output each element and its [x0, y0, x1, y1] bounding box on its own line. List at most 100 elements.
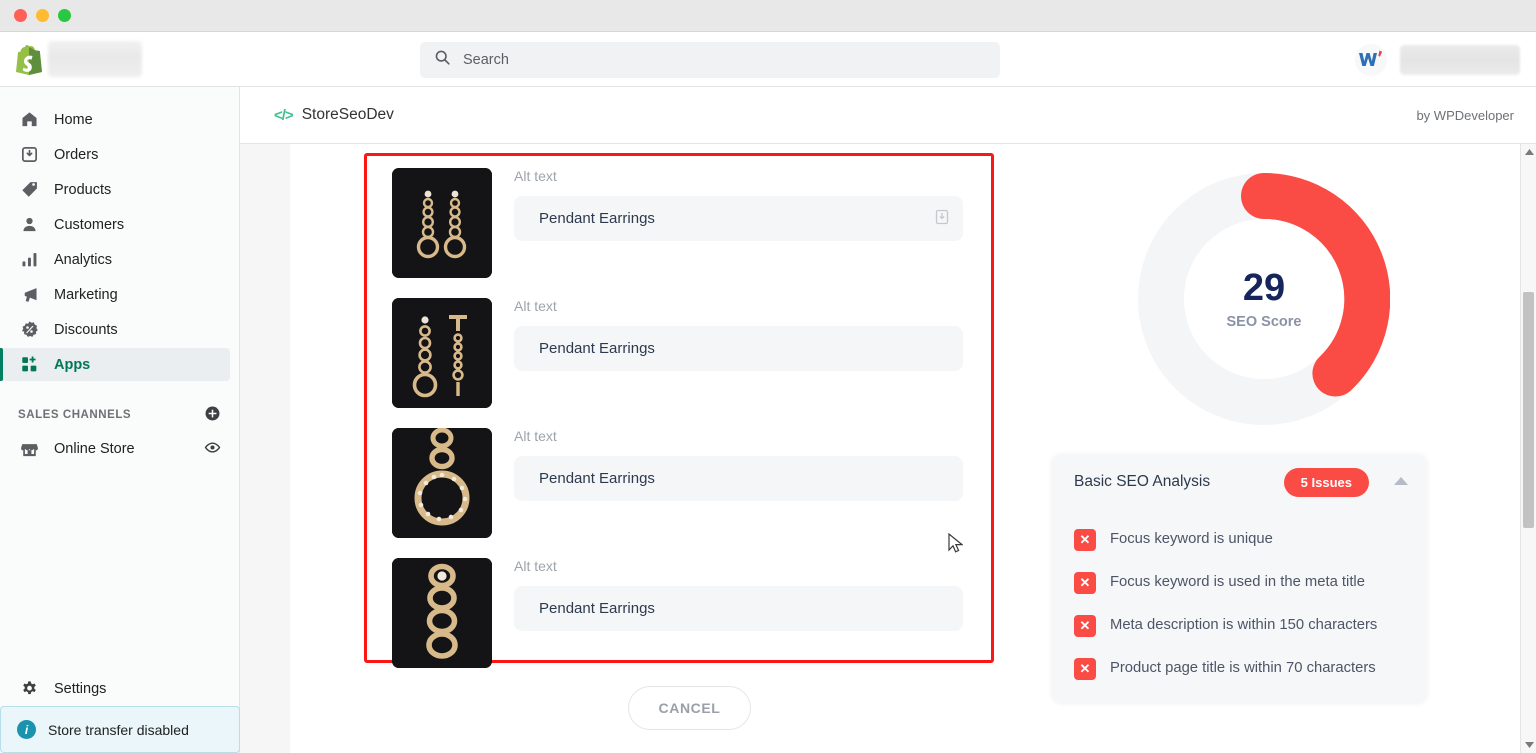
basic-seo-analysis-header[interactable]: Basic SEO Analysis 5 Issues [1052, 454, 1427, 510]
sidebar-item-label: Customers [54, 216, 125, 233]
x-icon: ✕ [1074, 529, 1096, 551]
x-icon: ✕ [1074, 658, 1096, 680]
seo-score-value: 29 [1242, 266, 1286, 309]
scrollbar-thumb[interactable] [1523, 292, 1534, 528]
close-window-button[interactable] [14, 9, 27, 22]
caret-up-icon[interactable] [1393, 473, 1409, 491]
eye-icon[interactable] [204, 439, 221, 460]
settings-label: Settings [54, 681, 107, 697]
sidebar-item-marketing[interactable]: Marketing [0, 278, 230, 311]
apps-grid-plus-icon [18, 355, 40, 374]
sidebar-item-discounts[interactable]: Discounts [0, 313, 230, 346]
plus-circle-icon[interactable] [204, 405, 221, 425]
maximize-window-button[interactable] [58, 9, 71, 22]
alt-text-row: Alt text Pendant Earrings [367, 558, 991, 688]
seo-score-caption: SEO Score [1226, 313, 1302, 330]
bar-chart-icon [18, 250, 40, 269]
pendant-earrings-circle-thumbnail[interactable] [392, 428, 492, 538]
sidebar-item-apps[interactable]: Apps [0, 348, 230, 381]
alt-text-value: Pendant Earrings [539, 210, 655, 227]
seo-issue-text: Focus keyword is unique [1110, 531, 1273, 547]
sidebar-item-settings[interactable]: Settings [0, 672, 239, 706]
seo-issue-item: ✕ Meta description is within 150 charact… [1074, 604, 1409, 647]
seo-issue-text: Meta description is within 150 character… [1110, 617, 1378, 633]
tag-icon [18, 180, 40, 199]
sidebar-item-online-store[interactable]: Online Store [0, 433, 239, 465]
alt-text-input[interactable]: Pendant Earrings [514, 456, 963, 501]
alt-text-field-group: Alt text Pendant Earrings [514, 168, 991, 241]
sidebar-item-label: Online Store [54, 441, 135, 457]
sales-channels-label: SALES CHANNELS [18, 409, 132, 421]
seo-issue-text: Product page title is within 70 characte… [1110, 660, 1376, 676]
cancel-button[interactable]: CANCEL [628, 686, 751, 730]
alt-text-panel: Alt text Pendant Earrings Alt text Penda… [290, 144, 1228, 753]
seo-sidepanel: 29 SEO Score Basic SEO Analysis 5 Issues… [1005, 144, 1520, 753]
search-input-placeholder: Search [463, 52, 509, 68]
sidebar-item-label: Marketing [54, 286, 118, 303]
alt-text-input[interactable]: Pendant Earrings [514, 196, 963, 241]
storefront-icon [18, 440, 40, 459]
x-icon: ✕ [1074, 615, 1096, 637]
pendant-earrings-chain-thumbnail[interactable] [392, 298, 492, 408]
sidebar: Home Orders Products Customers Analytics… [0, 87, 240, 753]
global-search-bar[interactable]: Search [420, 42, 1000, 78]
store-transfer-notice[interactable]: i Store transfer disabled [0, 706, 240, 753]
alt-text-list: Alt text Pendant Earrings Alt text Penda… [367, 156, 991, 688]
alt-text-row: Alt text Pendant Earrings [367, 298, 991, 428]
seo-score-center-label: 29 SEO Score [1227, 269, 1302, 330]
orders-inbox-icon [18, 145, 40, 164]
app-window: Search Home Orders Products Customers An… [0, 0, 1536, 753]
alt-text-row: Alt text Pendant Earrings [367, 428, 991, 558]
discount-percent-icon [18, 320, 40, 339]
megaphone-icon [18, 285, 40, 304]
shopify-bag-icon[interactable] [14, 43, 44, 75]
basic-seo-analysis-card: Basic SEO Analysis 5 Issues ✕ Focus keyw… [1052, 454, 1427, 702]
issues-count-badge[interactable]: 5 Issues [1283, 467, 1369, 497]
pendant-earrings-links-thumbnail[interactable] [392, 558, 492, 668]
sidebar-item-label: Analytics [54, 251, 113, 268]
sidebar-item-label: Discounts [54, 321, 118, 338]
alt-text-field-group: Alt text Pendant Earrings [514, 558, 991, 631]
shopify-top-bar: Search [0, 32, 1536, 87]
search-icon [434, 49, 451, 71]
alt-text-value: Pendant Earrings [539, 600, 655, 617]
info-icon: i [17, 720, 36, 739]
basic-seo-analysis-list: ✕ Focus keyword is unique ✕ Focus keywor… [1052, 510, 1427, 702]
alt-text-row: Alt text Pendant Earrings [367, 156, 991, 298]
store-name-redacted [48, 41, 142, 77]
sidebar-item-customers[interactable]: Customers [0, 208, 230, 241]
app-byline: by WPDeveloper [1416, 107, 1514, 123]
alt-text-value: Pendant Earrings [539, 340, 655, 357]
home-icon [18, 110, 40, 129]
alt-text-input[interactable]: Pendant Earrings [514, 586, 963, 631]
app-title: StoreSeoDev [301, 106, 394, 123]
alt-text-label: Alt text [514, 168, 557, 184]
copy-icon[interactable] [935, 209, 949, 229]
wpdeveloper-w-logo [1355, 44, 1387, 76]
seo-issue-text: Focus keyword is used in the meta title [1110, 574, 1365, 590]
alt-text-label: Alt text [514, 558, 557, 574]
seo-issue-item: ✕ Focus keyword is unique [1074, 518, 1409, 561]
store-transfer-label: Store transfer disabled [48, 721, 189, 738]
scroll-up-icon[interactable] [1521, 144, 1536, 160]
user-name-redacted [1400, 45, 1520, 75]
sidebar-item-home[interactable]: Home [0, 103, 230, 136]
account-area[interactable] [1352, 41, 1520, 79]
seo-issue-item: ✕ Focus keyword is used in the meta titl… [1074, 561, 1409, 604]
x-icon: ✕ [1074, 572, 1096, 594]
seo-score-donut-chart: 29 SEO Score [1054, 154, 1474, 444]
alt-text-value: Pendant Earrings [539, 470, 655, 487]
sidebar-item-label: Products [54, 181, 112, 198]
page-scrollbar[interactable] [1520, 144, 1536, 753]
sales-channels-header: SALES CHANNELS [0, 383, 239, 433]
sidebar-item-products[interactable]: Products [0, 173, 230, 206]
alt-text-input[interactable]: Pendant Earrings [514, 326, 963, 371]
pendant-earrings-pair-thumbnail[interactable] [392, 168, 492, 278]
sidebar-item-analytics[interactable]: Analytics [0, 243, 230, 276]
sidebar-item-label: Apps [54, 356, 91, 373]
scroll-down-icon[interactable] [1521, 737, 1536, 753]
sidebar-item-orders[interactable]: Orders [0, 138, 230, 171]
sidebar-item-label: Orders [54, 146, 99, 163]
sidebar-item-label: Home [54, 111, 93, 128]
minimize-window-button[interactable] [36, 9, 49, 22]
